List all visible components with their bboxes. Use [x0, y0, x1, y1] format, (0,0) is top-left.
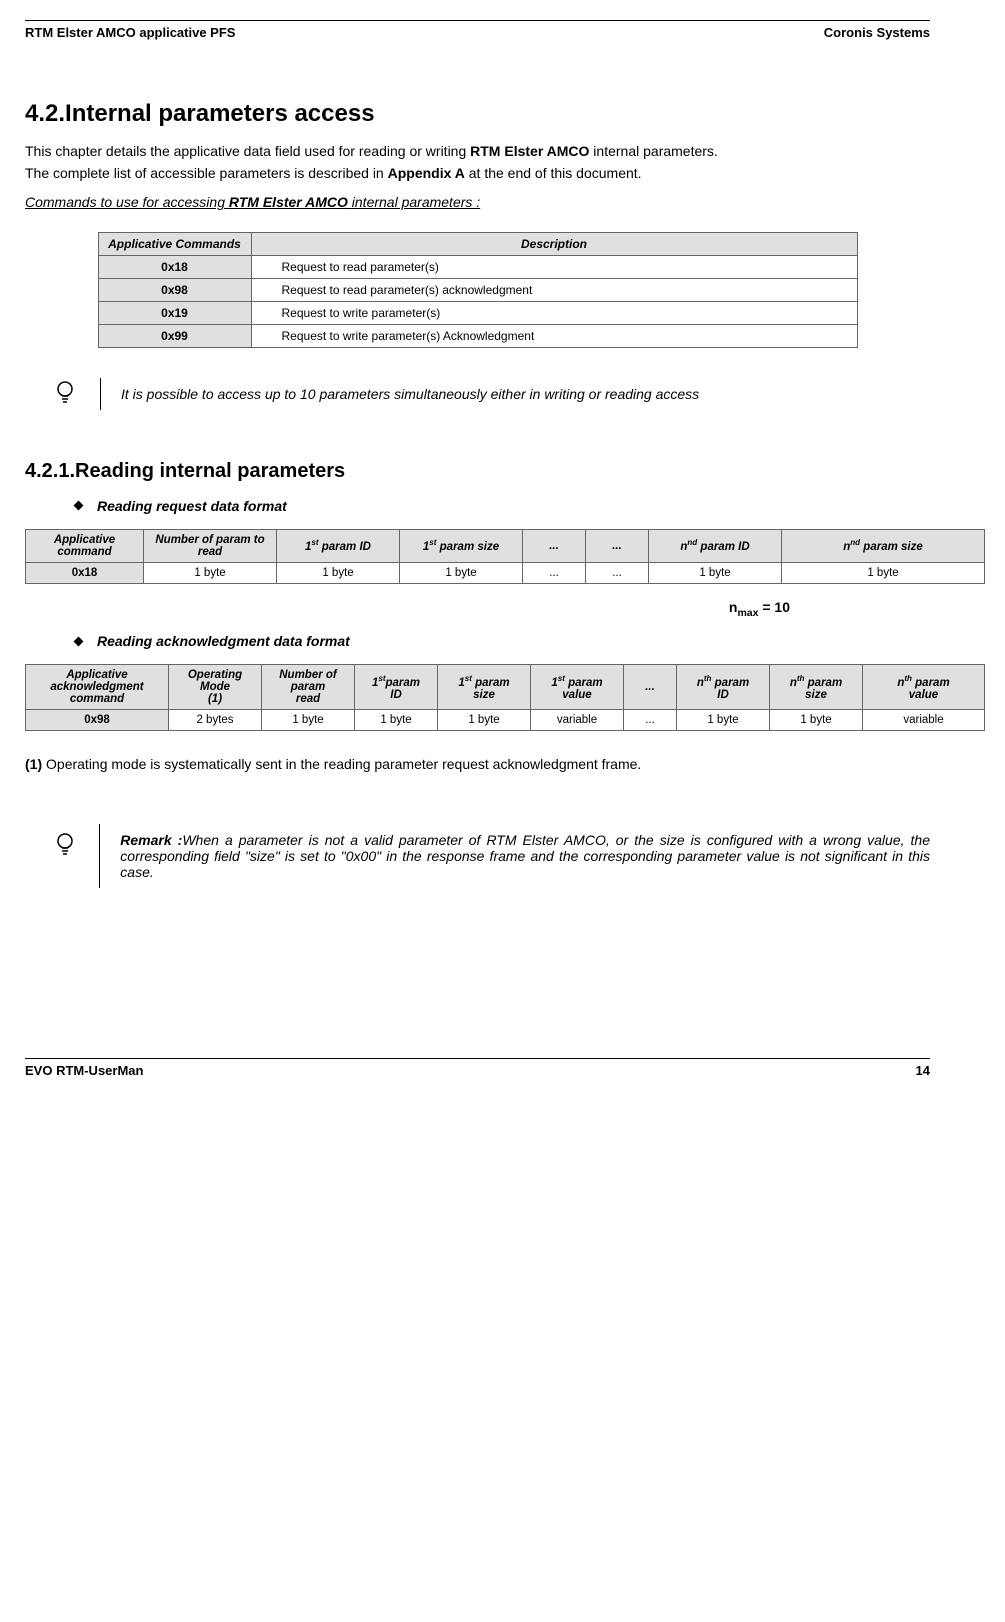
cmd-code: 0x99: [98, 324, 251, 347]
table-row: 0x19Request to write parameter(s): [98, 301, 857, 324]
table-header: Applicative command: [26, 529, 144, 562]
intro-text: internal parameters.: [589, 143, 717, 159]
page-footer: EVO RTM-UserMan 14: [25, 1063, 930, 1078]
intro-bold: RTM Elster AMCO: [470, 143, 589, 159]
table-header: 1st paramsize: [438, 665, 531, 710]
read-request-table: Applicative command Number of param to r…: [25, 529, 985, 584]
intro-text: The complete list of accessible paramete…: [25, 165, 388, 181]
lightbulb-icon: [55, 380, 75, 408]
table-row: 0x18Request to read parameter(s): [98, 255, 857, 278]
appendix-ref: Appendix A: [388, 165, 465, 181]
cell: ...: [523, 562, 586, 583]
page-header: RTM Elster AMCO applicative PFS Coronis …: [25, 25, 930, 40]
cell: 0x18: [26, 562, 144, 583]
table-header: 1st paramvalue: [531, 665, 624, 710]
cell: ...: [586, 562, 649, 583]
cmd-desc: Request to write parameter(s): [251, 301, 857, 324]
cell: 1 byte: [400, 562, 523, 583]
page-number: 14: [916, 1063, 930, 1078]
subsection-heading: 4.2.1.Reading internal parameters: [25, 460, 930, 483]
cell: ...: [624, 710, 677, 731]
cmd-code: 0x19: [98, 301, 251, 324]
subtitle-text: Commands to use for accessing: [25, 194, 229, 210]
cell: 1 byte: [438, 710, 531, 731]
cell: 1 byte: [649, 562, 782, 583]
cell: 2 bytes: [169, 710, 262, 731]
subtitle-text: internal parameters :: [348, 194, 480, 210]
cmd-code: 0x98: [98, 278, 251, 301]
cell: 1 byte: [262, 710, 355, 731]
cell: 1 byte: [677, 710, 770, 731]
note-label: (1): [25, 756, 42, 772]
table-header: nth paramvalue: [863, 665, 985, 710]
remark-label: Remark :: [120, 832, 182, 848]
table-header: OperatingMode(1): [169, 665, 262, 710]
cell: 1 byte: [770, 710, 863, 731]
footer-left: EVO RTM-UserMan: [25, 1063, 143, 1078]
intro-paragraph-2: The complete list of accessible paramete…: [25, 165, 930, 183]
cell: 1 byte: [144, 562, 277, 583]
info-note: It is possible to access up to 10 parame…: [55, 378, 930, 410]
table-header: nnd param ID: [649, 529, 782, 562]
bullet-text: Reading acknowledgment data format: [97, 633, 350, 649]
table-header: nth paramsize: [770, 665, 863, 710]
lightbulb-icon: [55, 832, 74, 860]
note-text: Operating mode is systematically sent in…: [42, 756, 641, 772]
operating-mode-note: (1) Operating mode is systematically sen…: [25, 756, 930, 774]
intro-text: This chapter details the applicative dat…: [25, 143, 470, 159]
cell: variable: [863, 710, 985, 731]
intro-paragraph-1: This chapter details the applicative dat…: [25, 143, 930, 161]
table-header: Applicative acknowledgment command: [26, 665, 169, 710]
table-header: ...: [624, 665, 677, 710]
table-header: Number ofparamread: [262, 665, 355, 710]
remark-text: Remark :When a parameter is not a valid …: [99, 824, 930, 888]
section-heading: 4.2.Internal parameters access: [25, 100, 930, 128]
nmax-note: nmax = 10: [25, 599, 930, 619]
bullet-heading: Reading request data format: [75, 498, 930, 514]
table-header: 1st param ID: [277, 529, 400, 562]
read-ack-table: Applicative acknowledgment command Opera…: [25, 664, 985, 731]
cmd-desc: Request to read parameter(s): [251, 255, 857, 278]
table-header: Number of param to read: [144, 529, 277, 562]
cmd-code: 0x18: [98, 255, 251, 278]
table-header: 1stparamID: [355, 665, 438, 710]
bullet-text: Reading request data format: [97, 498, 287, 514]
table-row: 0x98 2 bytes 1 byte 1 byte 1 byte variab…: [26, 710, 985, 731]
cmd-desc: Request to read parameter(s) acknowledgm…: [251, 278, 857, 301]
table-header: ...: [523, 529, 586, 562]
remark-note: Remark :When a parameter is not a valid …: [55, 824, 930, 888]
table-header: Description: [251, 232, 857, 255]
header-left: RTM Elster AMCO applicative PFS: [25, 25, 235, 40]
diamond-icon: [74, 501, 84, 511]
diamond-icon: [74, 636, 84, 646]
table-header: 1st param size: [400, 529, 523, 562]
header-right: Coronis Systems: [824, 25, 930, 40]
table-header: ...: [586, 529, 649, 562]
cell: 1 byte: [782, 562, 985, 583]
cell: variable: [531, 710, 624, 731]
remark-body: When a parameter is not a valid paramete…: [120, 832, 930, 880]
cmd-desc: Request to write parameter(s) Acknowledg…: [251, 324, 857, 347]
table-header: nth paramID: [677, 665, 770, 710]
table-row: 0x98Request to read parameter(s) acknowl…: [98, 278, 857, 301]
cell: 1 byte: [355, 710, 438, 731]
note-text: It is possible to access up to 10 parame…: [100, 378, 699, 410]
cell: 0x98: [26, 710, 169, 731]
table-row: 0x99Request to write parameter(s) Acknow…: [98, 324, 857, 347]
commands-subtitle: Commands to use for accessing RTM Elster…: [25, 194, 930, 212]
subtitle-bold: RTM Elster AMCO: [229, 194, 348, 210]
table-header: Applicative Commands: [98, 232, 251, 255]
table-row: 0x18 1 byte 1 byte 1 byte ... ... 1 byte…: [26, 562, 985, 583]
intro-text: at the end of this document.: [465, 165, 642, 181]
table-header: nnd param size: [782, 529, 985, 562]
commands-table: Applicative Commands Description 0x18Req…: [98, 232, 858, 348]
cell: 1 byte: [277, 562, 400, 583]
bullet-heading: Reading acknowledgment data format: [75, 633, 930, 649]
